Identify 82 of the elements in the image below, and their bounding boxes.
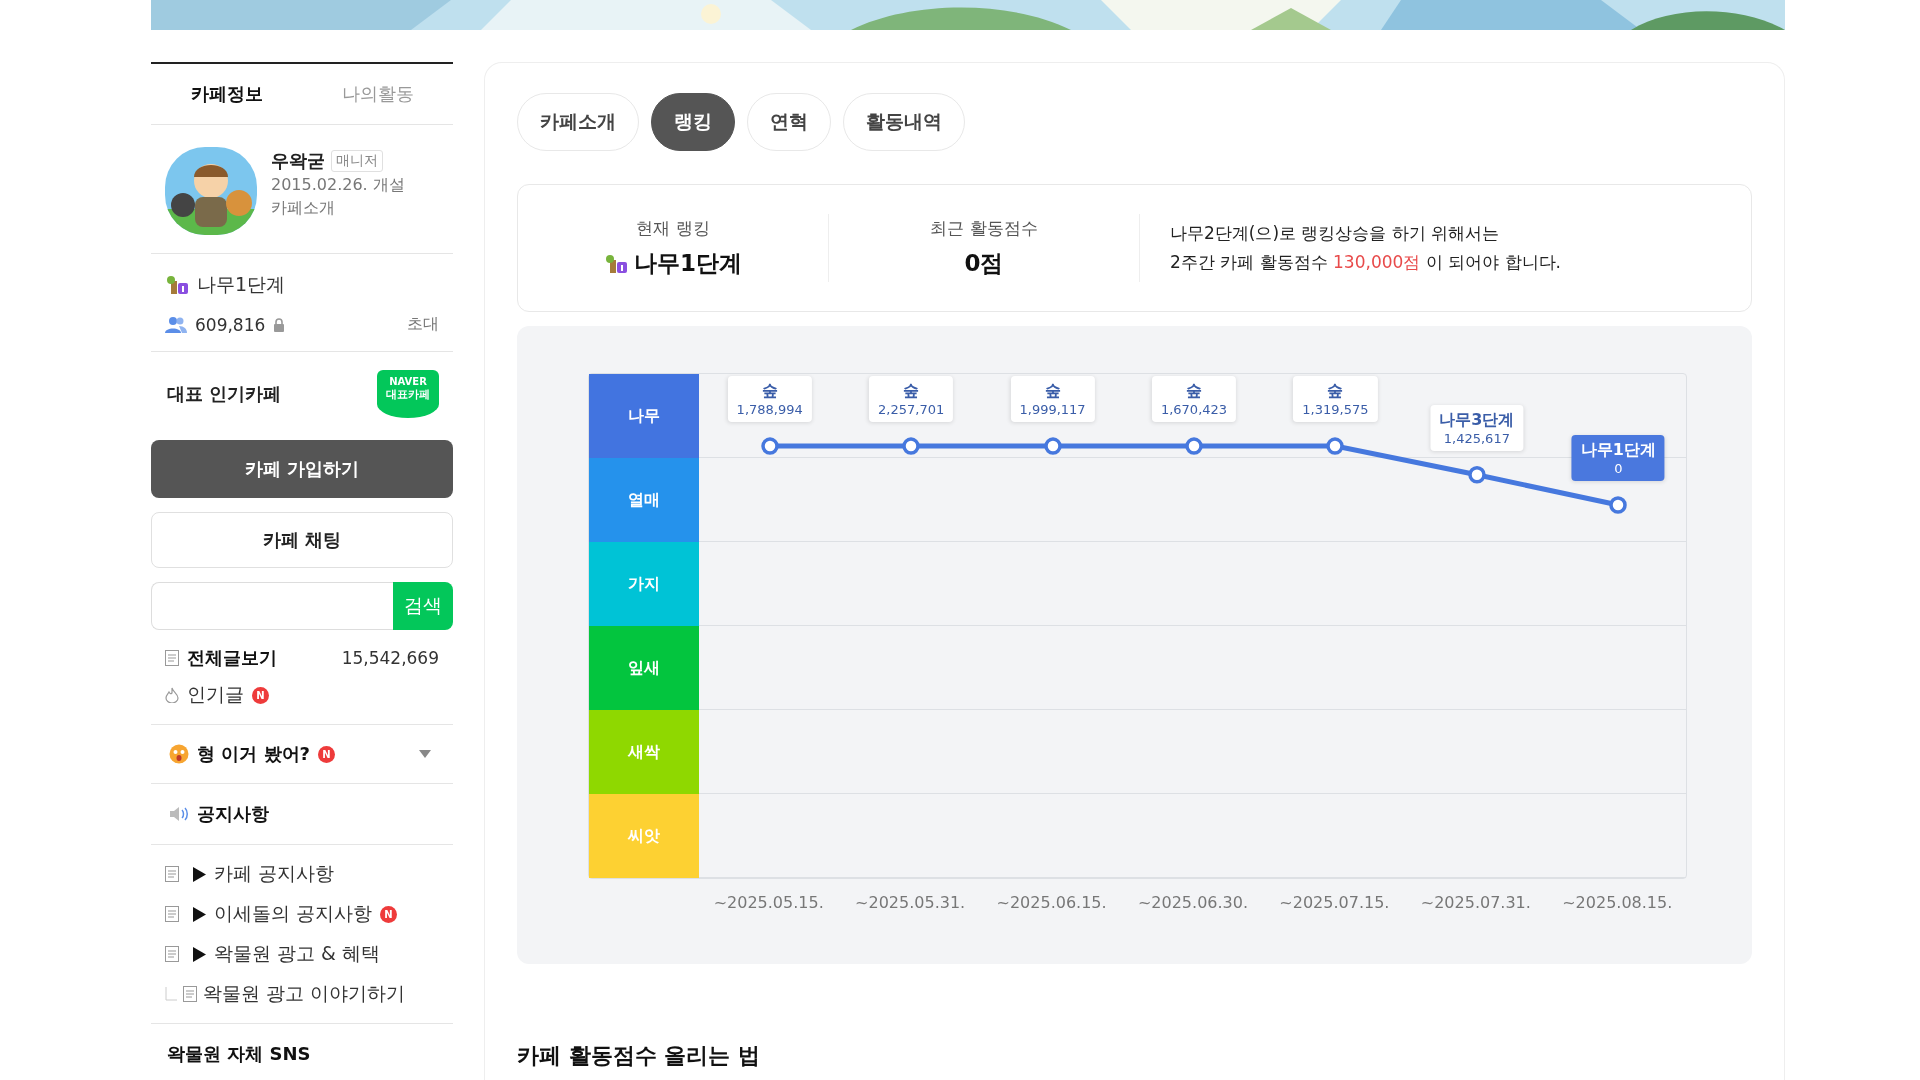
people-icon (165, 315, 187, 334)
role-tag: 매니저 (331, 150, 383, 172)
popular-posts-link[interactable]: 인기글 (187, 682, 244, 708)
tab[interactable]: 활동내역 (843, 93, 965, 151)
tooltip-rank: 나무1단계 (1580, 440, 1656, 462)
goal-text: 나무2단계(으)로 랭킹상승을 하기 위해서는 (1170, 222, 1501, 245)
all-posts-link[interactable]: 전체글보기 (187, 646, 277, 670)
cafe-intro-link[interactable]: 카페소개 (271, 198, 405, 219)
new-badge: N (380, 905, 398, 923)
section-heading: 카페 활동점수 올리는 법 (517, 1042, 761, 1070)
axis-label: ~2025.05.31. (854, 893, 967, 912)
flame-icon (165, 687, 179, 703)
caret-icon[interactable] (419, 750, 431, 758)
rank-label: 나무1단계 (197, 272, 286, 297)
tooltip-rank: 숲 (1185, 381, 1203, 403)
tooltip-score: 1,670,423 (1160, 402, 1228, 418)
axis-label: ~2025.06.30. (1136, 893, 1250, 912)
member-count: 609,816 (195, 314, 266, 335)
tree-line-icon (165, 987, 177, 1001)
tooltip-score: 1,788,994 (736, 402, 803, 418)
axis-label: ~2025.06.15. (995, 893, 1108, 912)
tab[interactable]: 연혁 (747, 93, 831, 151)
new-badge: N (318, 745, 335, 763)
triangle-icon (193, 946, 206, 962)
level-band: 열매 (589, 458, 699, 542)
tooltip-score: 2,257,701 (878, 402, 945, 418)
tree-icon (165, 275, 189, 295)
chat-button[interactable]: 카페 채팅 (151, 512, 453, 568)
invite-link[interactable]: 초대 (407, 314, 439, 335)
badge-text: NAVER (389, 376, 427, 388)
level-band: 가지 (589, 542, 699, 626)
stat-label: 현재 랭킹 (636, 217, 710, 240)
axis-label: ~2025.07.31. (1419, 893, 1532, 912)
tooltip-score: 1,999,117 (1019, 402, 1086, 418)
board-link[interactable]: 왁물원 광고 & 혜택 (214, 941, 380, 967)
badge-text: 대표카페 (386, 388, 430, 402)
stat-value: 0점 (964, 249, 1004, 278)
goal-text: 2주간 카페 활동점수 130,000점 이 되어야 합니다. (1170, 251, 1561, 274)
document-icon (165, 866, 179, 882)
tab[interactable]: 카페소개 (517, 93, 639, 151)
tooltip-score: 1,425,617 (1442, 430, 1511, 446)
stat-label: 최근 활동점수 (930, 217, 1038, 240)
triangle-icon (193, 866, 206, 882)
tooltip-rank: 숲 (902, 381, 921, 403)
stat-value: 나무1단계 (634, 249, 742, 278)
document-icon (183, 986, 197, 1002)
search-field[interactable] (151, 582, 393, 630)
tooltip-rank: 숲 (760, 381, 779, 403)
new-badge: N (252, 686, 269, 704)
tooltip-score: 0 (1613, 461, 1624, 477)
document-icon (165, 650, 179, 666)
tab[interactable]: 랭킹 (651, 93, 735, 151)
document-icon (165, 906, 179, 922)
tooltip-rank: 숲 (1326, 381, 1345, 403)
featured-label: 대표 인기카페 (167, 382, 282, 406)
emoji-icon (169, 744, 189, 764)
tooltip-score: 1,319,575 (1302, 402, 1369, 418)
level-band: 잎새 (589, 626, 699, 710)
notice-heading: 공지사항 (197, 802, 269, 826)
axis-label: ~2025.07.15. (1278, 893, 1391, 912)
board-link[interactable]: 이세돌의 공지사항 (214, 901, 373, 927)
post-count: 15,542,669 (341, 648, 439, 668)
level-band: 새싹 (589, 710, 699, 794)
axis-label: ~2025.08.15. (1561, 893, 1674, 912)
manager-name: 우왁굳 (271, 149, 325, 173)
founded-date: 2015.02.26. 개설 (271, 175, 405, 196)
category-title: 형 이거 봤어? (197, 742, 310, 766)
board-link[interactable]: 카페 공지사항 (214, 861, 335, 887)
document-icon (165, 946, 179, 962)
sns-heading: 왁물원 자체 SNS (167, 1043, 311, 1064)
triangle-icon (193, 906, 206, 922)
lock-icon (273, 317, 286, 332)
join-button[interactable]: 카페 가입하기 (151, 440, 453, 498)
axis-label: ~2025.05.15. (712, 893, 825, 912)
speaker-icon (169, 805, 189, 823)
tooltip-rank: 숲 (1043, 381, 1062, 403)
tooltip-rank: 나무3단계 (1439, 409, 1515, 431)
level-band: 나무 (589, 374, 699, 458)
board-link[interactable]: 왁물원 광고 이야기하기 (203, 981, 406, 1007)
tree-icon (604, 253, 628, 274)
sidebar-tab[interactable]: 카페정보 (151, 81, 302, 107)
level-band: 씨앗 (589, 794, 699, 878)
